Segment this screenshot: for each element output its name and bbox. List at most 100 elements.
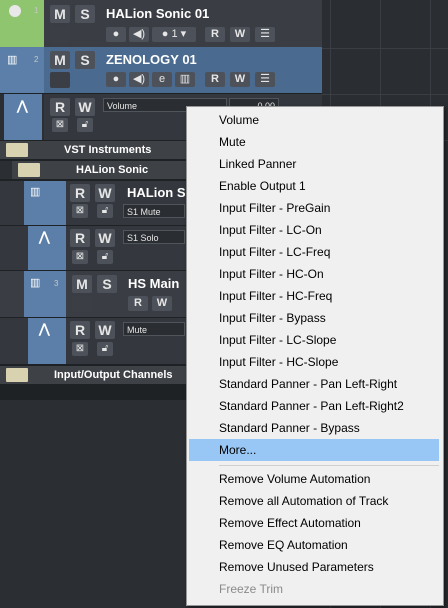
parameter-name: Volume	[107, 101, 138, 111]
close-icon[interactable]: ⊠	[72, 342, 88, 356]
grid-line	[322, 48, 448, 49]
menu-item-input-filter-hc-slope[interactable]: Input Filter - HC-Slope	[189, 351, 439, 373]
write-automation-button[interactable]: W	[95, 321, 115, 339]
automation-color-strip: ⋀	[28, 318, 66, 364]
menu-item-remove-eq-automation[interactable]: Remove EQ Automation	[189, 534, 439, 556]
dial-icon: ●	[161, 28, 169, 40]
track-row-halion[interactable]: 1 M S HALion Sonic 01 ● ◀) ● 1 ▾ R W ☰	[0, 0, 322, 47]
menu-item-remove-all-automation[interactable]: Remove all Automation of Track	[189, 490, 439, 512]
write-automation-button[interactable]: W	[95, 229, 115, 247]
mute-button[interactable]: M	[72, 275, 92, 293]
solo-button[interactable]: S	[75, 5, 95, 23]
write-automation-button[interactable]: W	[230, 27, 250, 42]
menu-item-input-filter-lc-freq[interactable]: Input Filter - LC-Freq	[189, 241, 439, 263]
close-icon[interactable]: ⊠	[72, 204, 88, 218]
mute-button[interactable]: M	[50, 5, 70, 23]
close-icon[interactable]: ⊠	[52, 118, 68, 132]
menu-item-freeze-trim: Freeze Trim	[219, 582, 284, 596]
track-number: 3	[54, 279, 59, 288]
track-number: 1	[34, 6, 39, 15]
indent	[0, 161, 12, 179]
automation-color-strip: ⋀	[28, 226, 66, 270]
read-automation-button[interactable]: R	[50, 98, 70, 116]
write-automation-button[interactable]: W	[152, 296, 172, 311]
lock-icon[interactable]: 🔓︎	[97, 204, 113, 218]
track-row-zenology[interactable]: ▥ 2 M S ZENOLOGY 01 ● ◀) e ▥ R W ☰	[0, 47, 322, 93]
track-color-strip[interactable]: ▥ 3	[24, 271, 66, 317]
folder-icon	[18, 163, 40, 177]
write-automation-button[interactable]: W	[95, 184, 115, 202]
folder-icon	[6, 368, 28, 382]
folder-name: HALion Sonic	[76, 164, 149, 176]
menu-item-enable-output[interactable]: Enable Output 1	[189, 175, 439, 197]
menu-item-mute[interactable]: Mute	[189, 131, 439, 153]
list-icon[interactable]: ☰	[255, 27, 275, 42]
track-color-strip[interactable]: ▥ 2	[0, 47, 44, 93]
lock-icon[interactable]: 🔓︎	[97, 250, 113, 264]
write-automation-button[interactable]: W	[230, 72, 250, 87]
track-name[interactable]: HALion Sonic 01	[106, 6, 209, 21]
folder-icon	[6, 143, 28, 157]
read-automation-button[interactable]: R	[128, 296, 148, 311]
read-automation-button[interactable]: R	[70, 184, 90, 202]
menu-item-input-filter-lc-slope[interactable]: Input Filter - LC-Slope	[189, 329, 439, 351]
menu-item-input-filter-lc-on[interactable]: Input Filter - LC-On	[189, 219, 439, 241]
menu-item-input-filter-hc-on[interactable]: Input Filter - HC-On	[189, 263, 439, 285]
monitor-icon[interactable]: ◀)	[129, 27, 149, 42]
parameter-name: S1 Solo	[127, 233, 159, 243]
track-sub-button[interactable]	[50, 27, 70, 43]
menu-item-more[interactable]: More...	[189, 439, 439, 461]
track-name[interactable]: ZENOLOGY 01	[106, 52, 197, 67]
track-number: 2	[34, 55, 39, 64]
track-name[interactable]: HS Main	[128, 276, 179, 291]
read-automation-button[interactable]: R	[70, 229, 90, 247]
instrument-track-icon: ▥	[7, 54, 18, 66]
track-color-strip[interactable]: ▥	[24, 181, 66, 225]
read-automation-button[interactable]: R	[205, 72, 225, 87]
solo-button[interactable]: S	[75, 51, 95, 69]
menu-separator	[219, 465, 439, 466]
menu-item-linked-panner[interactable]: Linked Panner	[189, 153, 439, 175]
menu-item-remove-unused-parameters[interactable]: Remove Unused Parameters	[189, 556, 439, 578]
keyboard-icon[interactable]: ▥	[175, 72, 195, 87]
menu-item-remove-effect-automation[interactable]: Remove Effect Automation	[189, 512, 439, 534]
menu-item-standard-panner-bypass[interactable]: Standard Panner - Bypass	[189, 417, 439, 439]
menu-item-standard-panner-pan2[interactable]: Standard Panner - Pan Left-Right2	[189, 395, 439, 417]
track-sub-button[interactable]	[50, 72, 70, 88]
lock-icon[interactable]: 🔓︎	[77, 118, 93, 132]
automation-color-strip: ⋀	[4, 94, 42, 140]
solo-button[interactable]: S	[97, 275, 117, 293]
menu-item-standard-panner-pan[interactable]: Standard Panner - Pan Left-Right	[189, 373, 439, 395]
automation-context-menu: Volume Mute Linked Panner Enable Output …	[186, 106, 444, 606]
read-automation-button[interactable]: R	[70, 321, 90, 339]
track-sub-button[interactable]	[72, 296, 92, 312]
menu-item-input-filter-hc-freq[interactable]: Input Filter - HC-Freq	[189, 285, 439, 307]
parameter-name: Mute	[127, 325, 148, 335]
menu-item-input-filter-pregain[interactable]: Input Filter - PreGain	[189, 197, 439, 219]
menu-item-volume[interactable]: Volume	[189, 109, 439, 131]
parameter-name: S1 Mute	[127, 207, 161, 217]
track-name[interactable]: HALion So	[127, 185, 193, 200]
mute-button[interactable]: M	[50, 51, 70, 69]
record-button[interactable]: ●	[106, 27, 126, 42]
edit-instrument-icon[interactable]: e	[152, 72, 172, 87]
menu-item-remove-volume-automation[interactable]: Remove Volume Automation	[189, 468, 439, 490]
list-icon[interactable]: ☰	[255, 72, 275, 87]
write-automation-button[interactable]: W	[75, 98, 95, 116]
automation-icon: ⋀	[17, 98, 28, 113]
automation-parameter-select[interactable]: S1 Mute	[123, 204, 185, 218]
automation-parameter-select[interactable]: Mute	[123, 322, 185, 336]
folder-name: VST Instruments	[64, 144, 152, 156]
read-automation-button[interactable]: R	[205, 27, 225, 42]
record-button[interactable]: ●	[106, 72, 126, 87]
automation-parameter-select[interactable]: S1 Solo	[123, 230, 185, 244]
instrument-track-icon: ▥	[30, 186, 41, 198]
monitor-icon[interactable]: ◀)	[129, 72, 149, 87]
track-color-strip[interactable]: 1	[0, 0, 44, 47]
automation-icon: ⋀	[39, 229, 50, 244]
close-icon[interactable]: ⊠	[72, 250, 88, 264]
menu-item-input-filter-bypass[interactable]: Input Filter - Bypass	[189, 307, 439, 329]
lock-icon[interactable]: 🔓︎	[97, 342, 113, 356]
midi-channel-select[interactable]: ● 1 ▾	[152, 27, 196, 42]
automation-icon: ⋀	[39, 321, 50, 336]
